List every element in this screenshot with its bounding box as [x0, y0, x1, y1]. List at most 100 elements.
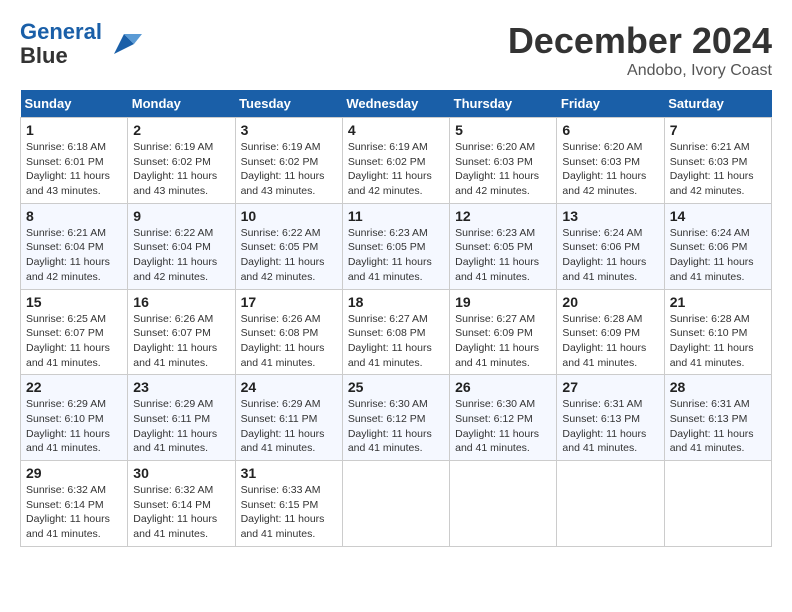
calendar-cell: 17Sunrise: 6:26 AMSunset: 6:08 PMDayligh…: [235, 289, 342, 375]
day-number: 14: [670, 208, 766, 224]
day-number: 24: [241, 379, 337, 395]
day-number: 30: [133, 465, 229, 481]
calendar-cell: [342, 461, 449, 547]
cell-info: Sunrise: 6:22 AMSunset: 6:04 PMDaylight:…: [133, 226, 229, 285]
calendar-table: SundayMondayTuesdayWednesdayThursdayFrid…: [20, 90, 772, 547]
location-title: Andobo, Ivory Coast: [508, 62, 772, 80]
month-title: December 2024: [508, 20, 772, 62]
calendar-cell: 12 Sunrise: 6:23 AMSunset: 6:05 PMDayligh…: [450, 203, 557, 289]
calendar-cell: 28 Sunrise: 6:31 AMSunset: 6:13 PMDayligh…: [664, 375, 771, 461]
day-number: 5: [455, 122, 551, 138]
calendar-cell: 18 Sunrise: 6:27 AMSunset: 6:08 PMDayligh…: [342, 289, 449, 375]
day-number: 31: [241, 465, 337, 481]
calendar-cell: 19Sunrise: 6:27 AMSunset: 6:09 PMDayligh…: [450, 289, 557, 375]
calendar-cell: 11Sunrise: 6:23 AMSunset: 6:05 PMDayligh…: [342, 203, 449, 289]
calendar-cell: 21 Sunrise: 6:28 AMSunset: 6:10 PMDayligh…: [664, 289, 771, 375]
cell-info: Sunrise: 6:28 AMSunset: 6:09 PMDaylight:…: [562, 312, 658, 371]
cell-info: Sunrise: 6:23 AMSunset: 6:05 PMDaylight:…: [455, 226, 551, 285]
day-number: 21: [670, 294, 766, 310]
day-number: 4: [348, 122, 444, 138]
weekday-header-wednesday: Wednesday: [342, 90, 449, 118]
calendar-cell: 27 Sunrise: 6:31 AMSunset: 6:13 PMDayligh…: [557, 375, 664, 461]
calendar-cell: 2 Sunrise: 6:19 AMSunset: 6:02 PMDaylight…: [128, 118, 235, 204]
calendar-cell: 14 Sunrise: 6:24 AMSunset: 6:06 PMDayligh…: [664, 203, 771, 289]
day-number: 26: [455, 379, 551, 395]
calendar-cell: 1 Sunrise: 6:18 AMSunset: 6:01 PMDaylight…: [21, 118, 128, 204]
day-number: 11: [348, 208, 444, 224]
cell-info: Sunrise: 6:29 AMSunset: 6:10 PMDaylight:…: [26, 397, 122, 456]
calendar-cell: 13 Sunrise: 6:24 AMSunset: 6:06 PMDayligh…: [557, 203, 664, 289]
day-number: 28: [670, 379, 766, 395]
cell-info: Sunrise: 6:27 AMSunset: 6:09 PMDaylight:…: [455, 312, 551, 371]
cell-info: Sunrise: 6:22 AMSunset: 6:05 PMDaylight:…: [241, 226, 337, 285]
calendar-cell: 15 Sunrise: 6:25 AMSunset: 6:07 PMDayligh…: [21, 289, 128, 375]
calendar-cell: 10 Sunrise: 6:22 AMSunset: 6:05 PMDayligh…: [235, 203, 342, 289]
cell-info: Sunrise: 6:19 AMSunset: 6:02 PMDaylight:…: [348, 140, 444, 199]
cell-info: Sunrise: 6:31 AMSunset: 6:13 PMDaylight:…: [670, 397, 766, 456]
calendar-cell: 5 Sunrise: 6:20 AMSunset: 6:03 PMDaylight…: [450, 118, 557, 204]
cell-info: Sunrise: 6:28 AMSunset: 6:10 PMDaylight:…: [670, 312, 766, 371]
day-number: 27: [562, 379, 658, 395]
header-row: SundayMondayTuesdayWednesdayThursdayFrid…: [21, 90, 772, 118]
day-number: 12: [455, 208, 551, 224]
weekday-header-friday: Friday: [557, 90, 664, 118]
calendar-cell: 16Sunrise: 6:26 AMSunset: 6:07 PMDayligh…: [128, 289, 235, 375]
day-number: 23: [133, 379, 229, 395]
calendar-cell: 24 Sunrise: 6:29 AMSunset: 6:11 PMDayligh…: [235, 375, 342, 461]
day-number: 10: [241, 208, 337, 224]
calendar-cell: 29Sunrise: 6:32 AMSunset: 6:14 PMDayligh…: [21, 461, 128, 547]
day-number: 7: [670, 122, 766, 138]
day-number: 8: [26, 208, 122, 224]
day-number: 18: [348, 294, 444, 310]
cell-info: Sunrise: 6:30 AMSunset: 6:12 PMDaylight:…: [455, 397, 551, 456]
cell-info: Sunrise: 6:31 AMSunset: 6:13 PMDaylight:…: [562, 397, 658, 456]
day-number: 20: [562, 294, 658, 310]
cell-info: Sunrise: 6:30 AMSunset: 6:12 PMDaylight:…: [348, 397, 444, 456]
logo-icon: [106, 26, 142, 62]
calendar-cell: 7Sunrise: 6:21 AMSunset: 6:03 PMDaylight…: [664, 118, 771, 204]
cell-info: Sunrise: 6:29 AMSunset: 6:11 PMDaylight:…: [133, 397, 229, 456]
calendar-cell: 6Sunrise: 6:20 AMSunset: 6:03 PMDaylight…: [557, 118, 664, 204]
page-header: General Blue December 2024 Andobo, Ivory…: [20, 20, 772, 80]
day-number: 6: [562, 122, 658, 138]
logo: General Blue: [20, 20, 142, 68]
day-number: 25: [348, 379, 444, 395]
weekday-header-thursday: Thursday: [450, 90, 557, 118]
cell-info: Sunrise: 6:25 AMSunset: 6:07 PMDaylight:…: [26, 312, 122, 371]
calendar-cell: 22Sunrise: 6:29 AMSunset: 6:10 PMDayligh…: [21, 375, 128, 461]
title-block: December 2024 Andobo, Ivory Coast: [508, 20, 772, 80]
calendar-cell: 8 Sunrise: 6:21 AMSunset: 6:04 PMDaylight…: [21, 203, 128, 289]
calendar-cell: [664, 461, 771, 547]
calendar-cell: 26 Sunrise: 6:30 AMSunset: 6:12 PMDayligh…: [450, 375, 557, 461]
calendar-week-5: 29Sunrise: 6:32 AMSunset: 6:14 PMDayligh…: [21, 461, 772, 547]
weekday-header-sunday: Sunday: [21, 90, 128, 118]
cell-info: Sunrise: 6:27 AMSunset: 6:08 PMDaylight:…: [348, 312, 444, 371]
weekday-header-saturday: Saturday: [664, 90, 771, 118]
day-number: 15: [26, 294, 122, 310]
cell-info: Sunrise: 6:24 AMSunset: 6:06 PMDaylight:…: [562, 226, 658, 285]
calendar-week-4: 22Sunrise: 6:29 AMSunset: 6:10 PMDayligh…: [21, 375, 772, 461]
calendar-week-3: 15 Sunrise: 6:25 AMSunset: 6:07 PMDayligh…: [21, 289, 772, 375]
logo-text: General Blue: [20, 20, 102, 68]
day-number: 3: [241, 122, 337, 138]
cell-info: Sunrise: 6:29 AMSunset: 6:11 PMDaylight:…: [241, 397, 337, 456]
cell-info: Sunrise: 6:32 AMSunset: 6:14 PMDaylight:…: [133, 483, 229, 542]
day-number: 17: [241, 294, 337, 310]
cell-info: Sunrise: 6:18 AMSunset: 6:01 PMDaylight:…: [26, 140, 122, 199]
calendar-cell: 30 Sunrise: 6:32 AMSunset: 6:14 PMDayligh…: [128, 461, 235, 547]
cell-info: Sunrise: 6:24 AMSunset: 6:06 PMDaylight:…: [670, 226, 766, 285]
calendar-cell: 9Sunrise: 6:22 AMSunset: 6:04 PMDaylight…: [128, 203, 235, 289]
cell-info: Sunrise: 6:21 AMSunset: 6:04 PMDaylight:…: [26, 226, 122, 285]
calendar-cell: 4 Sunrise: 6:19 AMSunset: 6:02 PMDaylight…: [342, 118, 449, 204]
cell-info: Sunrise: 6:19 AMSunset: 6:02 PMDaylight:…: [133, 140, 229, 199]
calendar-week-1: 1 Sunrise: 6:18 AMSunset: 6:01 PMDaylight…: [21, 118, 772, 204]
day-number: 1: [26, 122, 122, 138]
day-number: 13: [562, 208, 658, 224]
weekday-header-tuesday: Tuesday: [235, 90, 342, 118]
calendar-cell: 20 Sunrise: 6:28 AMSunset: 6:09 PMDayligh…: [557, 289, 664, 375]
day-number: 16: [133, 294, 229, 310]
cell-info: Sunrise: 6:20 AMSunset: 6:03 PMDaylight:…: [455, 140, 551, 199]
cell-info: Sunrise: 6:19 AMSunset: 6:02 PMDaylight:…: [241, 140, 337, 199]
day-number: 2: [133, 122, 229, 138]
cell-info: Sunrise: 6:33 AMSunset: 6:15 PMDaylight:…: [241, 483, 337, 542]
